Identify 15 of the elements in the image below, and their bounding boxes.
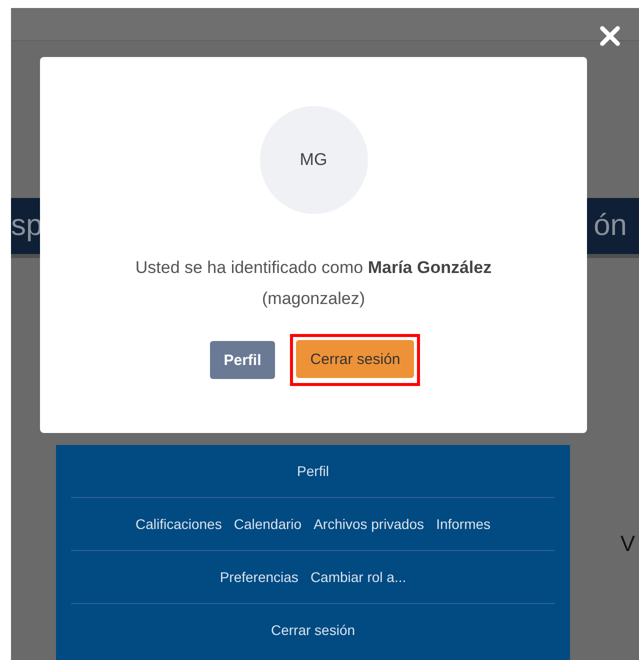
nav-text: ón [594,209,627,243]
menu-link[interactable]: Calendario [234,516,302,532]
menu-link[interactable]: Calificaciones [135,516,222,532]
profile-button[interactable]: Perfil [210,341,276,379]
menu-link[interactable]: Informes [436,516,491,532]
menu-link[interactable]: Cambiar rol a... [310,569,406,585]
menu-link[interactable]: Perfil [297,463,329,479]
page-text: V [620,531,635,557]
avatar: MG [260,106,368,214]
menu-link[interactable]: Preferencias [220,569,298,585]
login-message: Usted se ha identificado como María González (magonzalez) [134,257,493,310]
close-icon[interactable] [599,25,621,47]
menu-link[interactable]: Archivos privados [314,516,424,532]
logout-button[interactable]: Cerrar sesión [296,340,414,378]
menu-link[interactable]: Cerrar sesión [270,622,356,638]
